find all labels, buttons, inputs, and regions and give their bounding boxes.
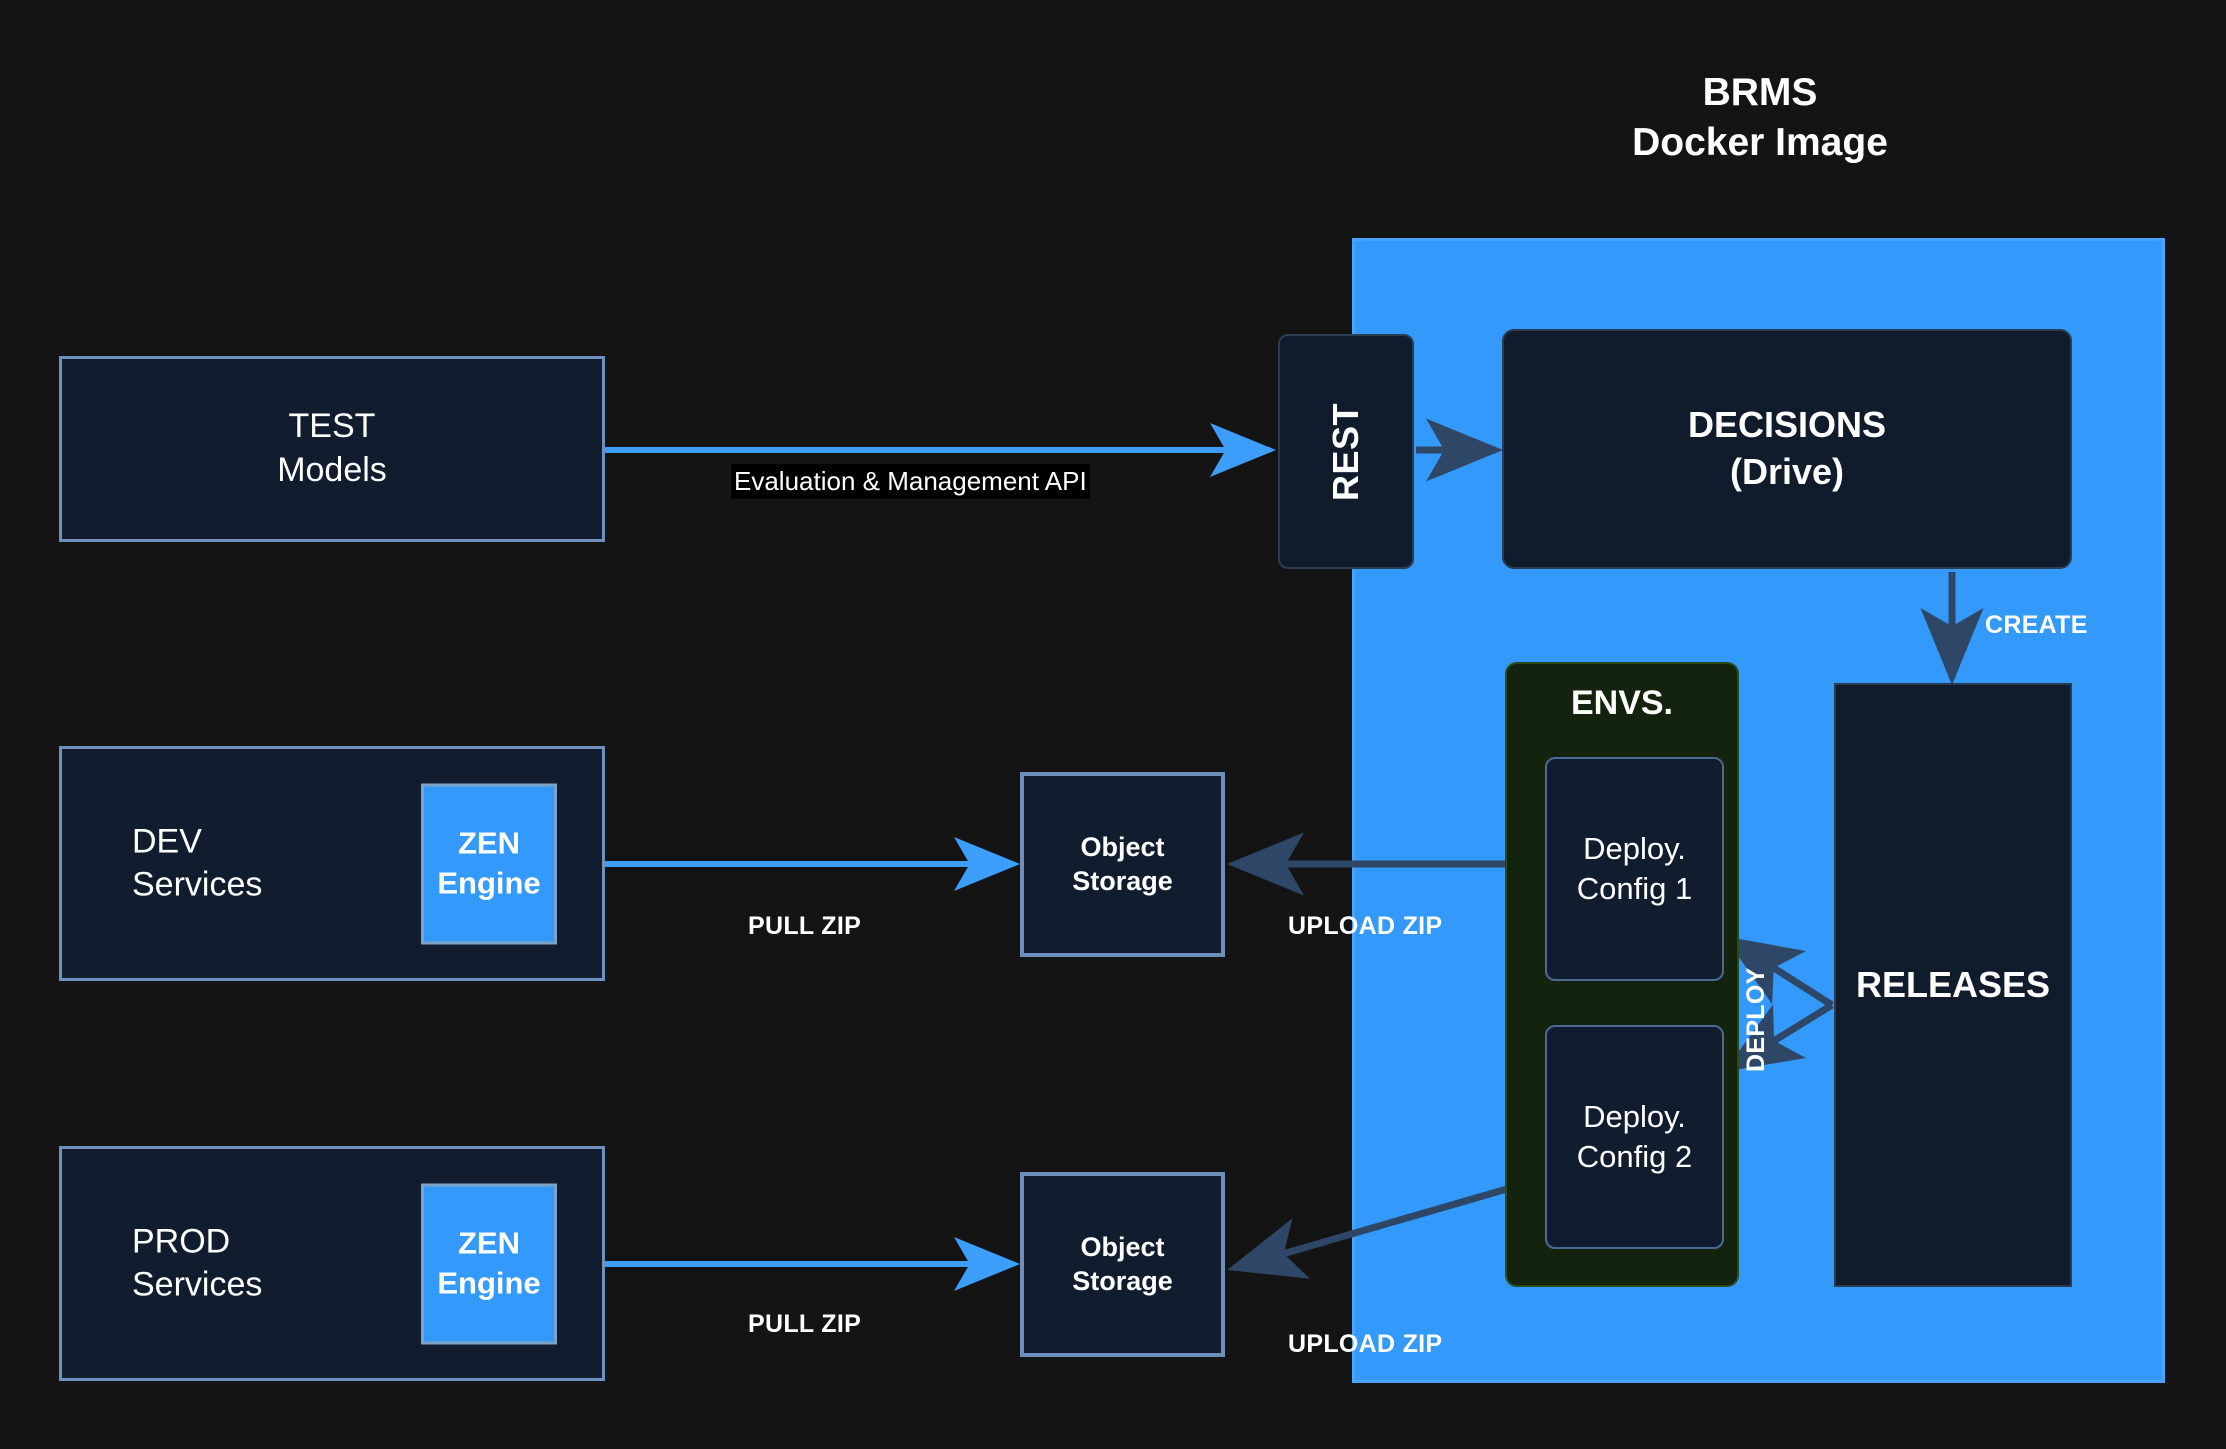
- rest-label: REST: [1324, 402, 1366, 501]
- deploy-config-1-box: Deploy. Config 1: [1545, 757, 1724, 981]
- edge-label-create: CREATE: [1985, 611, 2088, 639]
- dev-services-box: DEV Services ZEN Engine: [59, 746, 605, 981]
- envs-label: ENVS.: [1570, 684, 1674, 722]
- edge-label-deploy: DEPLOY: [1742, 967, 1770, 1072]
- zen-engine-prod: ZEN Engine: [421, 1183, 557, 1344]
- deploy-config-2-box: Deploy. Config 2: [1545, 1025, 1724, 1249]
- test-models-label: TEST Models: [277, 407, 387, 489]
- releases-box: RELEASES: [1834, 683, 2072, 1287]
- prod-services-label: PROD Services: [132, 1221, 263, 1304]
- zen-engine-dev: ZEN Engine: [421, 783, 557, 944]
- edge-label-evaluation-api: Evaluation & Management API: [731, 464, 1090, 499]
- diagram-canvas: BRMS Docker Image TEST Models DEV Servic…: [0, 0, 2226, 1449]
- object-storage-prod-box: Object Storage: [1020, 1172, 1225, 1357]
- edge-upload-zip-prod: [1227, 1174, 1546, 1279]
- edge-label-pull-zip-prod: PULL ZIP: [748, 1310, 862, 1338]
- decisions-drive-box: DECISIONS (Drive): [1502, 329, 2072, 569]
- edge-label-upload-zip-prod: UPLOAD ZIP: [1288, 1330, 1443, 1358]
- prod-services-box: PROD Services ZEN Engine: [59, 1146, 605, 1381]
- rest-box: REST: [1278, 334, 1414, 569]
- edge-label-upload-zip-dev: UPLOAD ZIP: [1288, 912, 1443, 940]
- object-storage-dev-box: Object Storage: [1020, 772, 1225, 957]
- dev-services-label: DEV Services: [132, 821, 263, 904]
- edge-label-pull-zip-dev: PULL ZIP: [748, 912, 862, 940]
- test-models-box: TEST Models: [59, 356, 605, 542]
